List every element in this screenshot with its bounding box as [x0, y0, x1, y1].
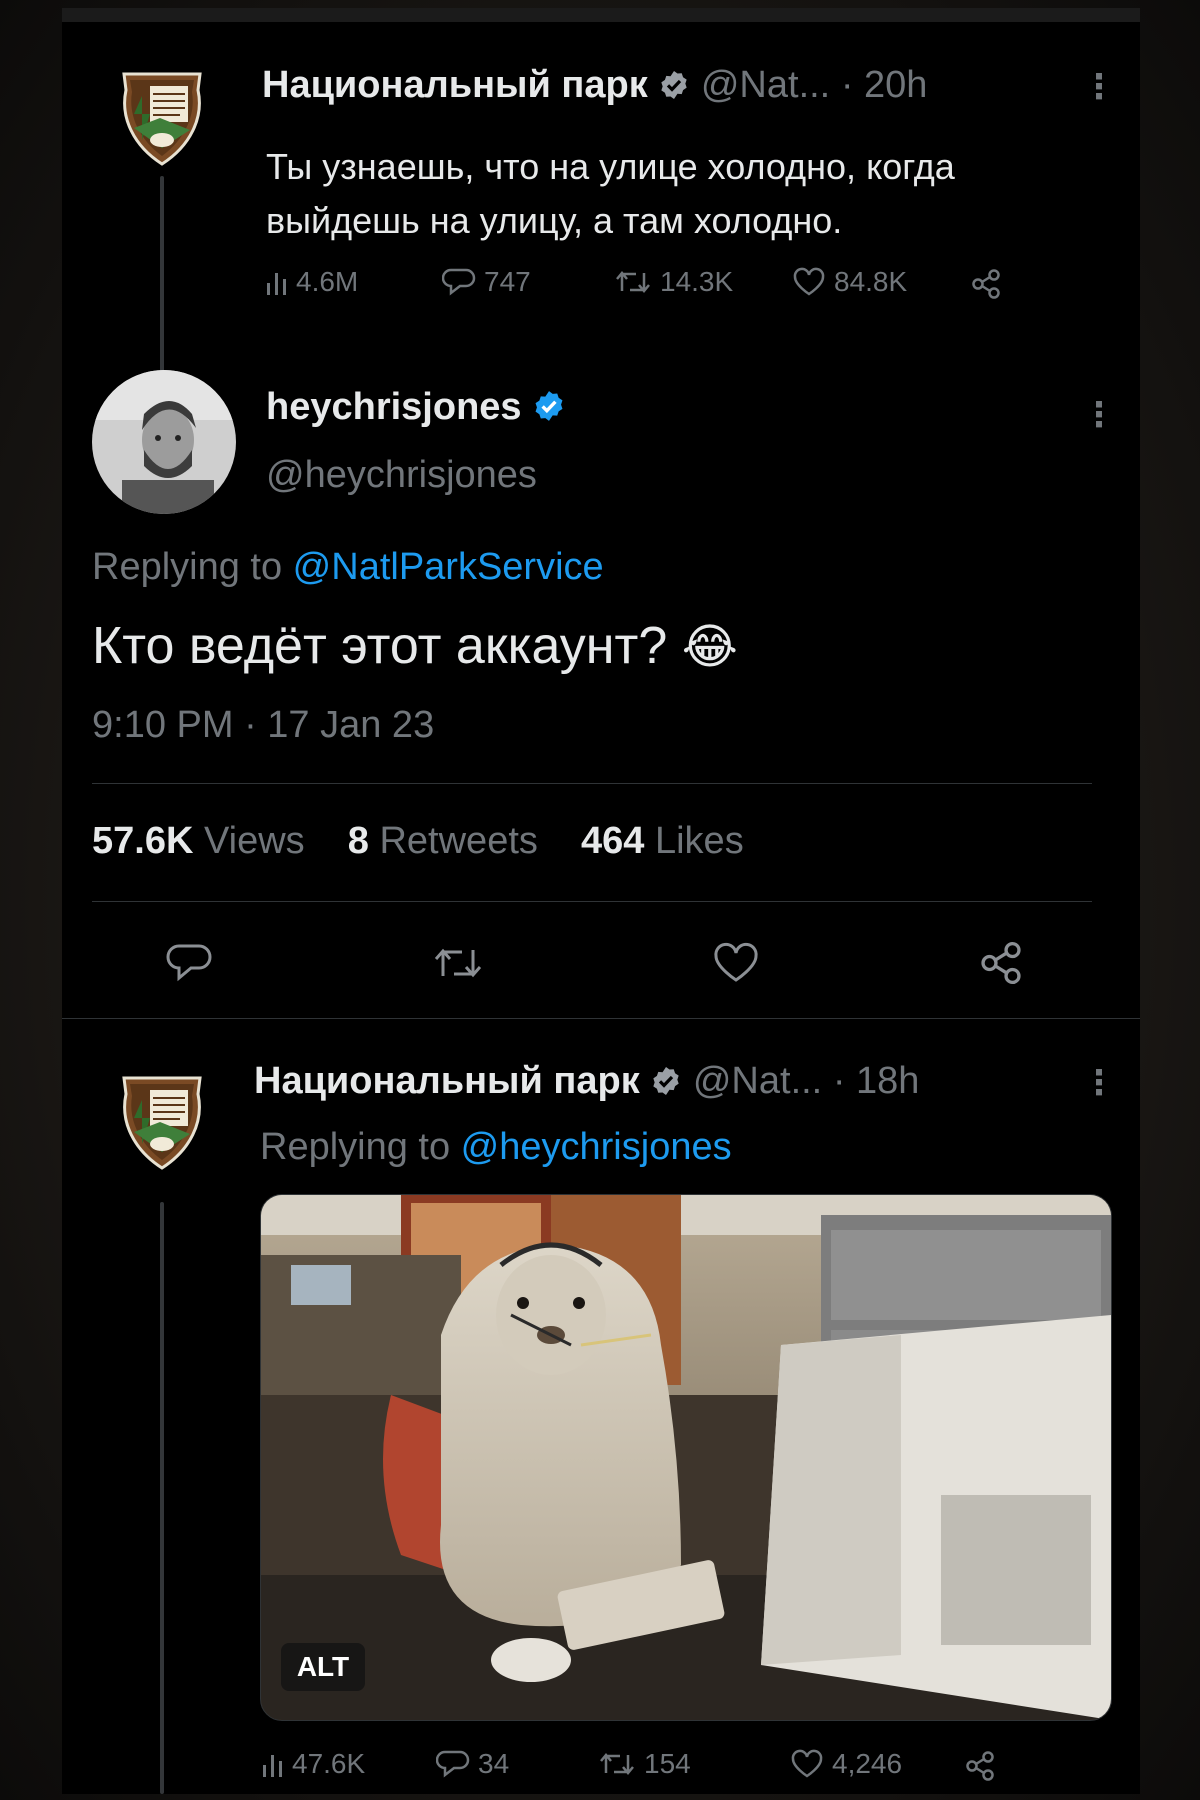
views-count: 4.6M	[296, 266, 359, 297]
tweet-time[interactable]: · 18h	[833, 1060, 920, 1102]
mention-link[interactable]: @heychrisjones	[461, 1126, 732, 1168]
like-count: 4,246	[832, 1748, 903, 1779]
tweet-text-line: выйдешь на улицу, а там холодно.	[266, 200, 843, 241]
divider	[92, 901, 1092, 902]
nps-avatar[interactable]	[120, 68, 204, 166]
verified-icon	[653, 1067, 679, 1095]
views-stat[interactable]: 4.6M	[266, 266, 358, 298]
reply-count: 747	[484, 266, 531, 297]
reply-count: 34	[478, 1748, 510, 1779]
tweet-header: Национальный парк @Nat... · 18h	[254, 1060, 919, 1103]
views-icon	[267, 273, 286, 295]
views-label: Views	[203, 820, 305, 862]
author-name[interactable]: Национальный парк	[262, 64, 648, 106]
views-count: 57.6K	[92, 820, 194, 862]
alt-badge[interactable]: ALT	[281, 1643, 365, 1691]
retweet-count: 154	[644, 1748, 691, 1779]
retweets-count[interactable]: 8	[348, 820, 369, 862]
like-count: 84.8K	[834, 266, 908, 297]
like-button[interactable]: 84.8K	[792, 266, 907, 298]
author-handle[interactable]: @heychrisjones	[266, 454, 537, 497]
retweets-label[interactable]: Retweets	[379, 820, 537, 862]
retweet-icon	[600, 1753, 634, 1775]
replying-to: Replying to @NatlParkService	[92, 546, 604, 589]
author-handle[interactable]: @Nat...	[701, 64, 830, 106]
timestamp[interactable]: 9:10 PM · 17 Jan 23	[92, 704, 434, 747]
views-stat[interactable]: 47.6K	[262, 1748, 365, 1780]
like-icon	[791, 1749, 823, 1778]
divider	[92, 783, 1092, 784]
thread-line	[160, 176, 164, 376]
laughing-emoji: 😂	[681, 621, 738, 674]
replying-prefix: Replying to	[260, 1126, 461, 1168]
retweet-button[interactable]: 154	[598, 1748, 691, 1780]
reply-text-body: Кто ведёт этот аккаунт?	[92, 617, 668, 675]
reply-icon	[442, 268, 476, 296]
more-icon[interactable]: ⋮	[1082, 70, 1116, 104]
reply-button[interactable]: 34	[436, 1748, 509, 1780]
tweet-header: Национальный парк @Nat... · 20h	[262, 64, 927, 107]
tweet-text: Ты узнаешь, что на улице холодно, когда …	[266, 140, 955, 248]
engagement-stats: 57.6K Views 8 Retweets 464 Likes	[92, 820, 744, 863]
retweet-icon[interactable]	[432, 942, 484, 984]
more-icon[interactable]: ⋮	[1082, 398, 1116, 432]
verified-icon	[661, 71, 687, 99]
author-name[interactable]: heychrisjones	[266, 386, 522, 428]
like-icon[interactable]	[712, 942, 760, 984]
reply-author: heychrisjones	[266, 386, 566, 429]
tweet-time[interactable]: · 20h	[841, 64, 928, 106]
reply-icon[interactable]	[166, 942, 212, 984]
more-icon[interactable]: ⋮	[1082, 1066, 1116, 1100]
retweet-button[interactable]: 14.3K	[614, 266, 733, 298]
share-icon[interactable]	[978, 940, 1024, 986]
share-icon[interactable]	[964, 1750, 996, 1782]
like-button[interactable]: 4,246	[790, 1748, 902, 1780]
author-handle[interactable]: @Nat...	[693, 1060, 822, 1102]
reply-button[interactable]: 747	[442, 266, 531, 298]
avatar[interactable]	[92, 370, 236, 514]
likes-label[interactable]: Likes	[655, 820, 744, 862]
marmot-at-computer-image	[261, 1195, 1111, 1720]
tweet-photo[interactable]: ALT	[260, 1194, 1112, 1721]
tweet-text-line: Ты узнаешь, что на улице холодно, когда	[266, 146, 955, 187]
reply-text: Кто ведёт этот аккаунт? 😂	[92, 616, 738, 676]
retweet-count: 14.3K	[660, 266, 734, 297]
nps-avatar[interactable]	[120, 1072, 204, 1170]
retweet-icon	[616, 271, 650, 293]
replying-to: Replying to @heychrisjones	[260, 1126, 732, 1169]
thread-line	[160, 1202, 164, 1794]
share-icon[interactable]	[970, 268, 1002, 300]
author-name[interactable]: Национальный парк	[254, 1060, 640, 1102]
app-frame: Национальный парк @Nat... · 20h ⋮ Ты узн…	[62, 8, 1140, 1794]
reply-icon	[436, 1750, 470, 1778]
mention-link[interactable]: @NatlParkService	[293, 546, 604, 588]
top-bar	[62, 8, 1140, 22]
likes-count[interactable]: 464	[581, 820, 644, 862]
like-icon	[793, 267, 825, 296]
divider	[62, 1018, 1140, 1019]
views-count: 47.6K	[292, 1748, 366, 1779]
views-icon	[263, 1755, 282, 1777]
replying-prefix: Replying to	[92, 546, 293, 588]
verified-icon	[535, 391, 563, 421]
